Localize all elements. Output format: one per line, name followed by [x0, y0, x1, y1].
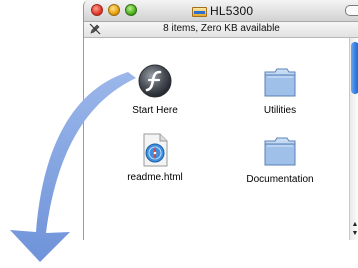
- file-label: readme.html: [127, 172, 183, 183]
- scroll-up-arrow-icon[interactable]: ▲: [351, 220, 358, 229]
- scroll-arrows[interactable]: ▲ ▼: [351, 220, 358, 238]
- vertical-scrollbar[interactable]: ▲ ▼: [349, 38, 358, 240]
- flash-app-icon: [138, 64, 172, 98]
- close-button[interactable]: [91, 4, 103, 16]
- status-bar: 8 items, Zero KB available: [84, 22, 358, 38]
- html-document-icon: [143, 133, 168, 167]
- title-bar[interactable]: HL5300: [84, 0, 358, 22]
- printer-volume-icon: [192, 5, 207, 17]
- folder-icon: [264, 68, 296, 97]
- file-icon-area: Start Here Utilities readme.html Documen…: [84, 38, 358, 240]
- window-title: HL5300: [210, 3, 254, 18]
- scroll-thumb[interactable]: [351, 42, 358, 94]
- file-item-documentation[interactable]: Documentation: [240, 135, 320, 185]
- zoom-button[interactable]: [125, 4, 137, 16]
- file-label: Documentation: [246, 174, 314, 185]
- window-title-group: HL5300: [192, 3, 253, 18]
- finder-window: HL5300 8 items, Zero KB available Start …: [83, 0, 358, 240]
- folder-icon: [264, 137, 296, 166]
- file-label: Start Here: [132, 105, 178, 116]
- minimize-button[interactable]: [108, 4, 120, 16]
- status-text: 8 items, Zero KB available: [163, 23, 280, 34]
- file-label: Utilities: [263, 105, 297, 116]
- file-item-readme[interactable]: readme.html: [115, 133, 195, 183]
- toolbar-toggle-button[interactable]: [345, 5, 358, 16]
- scroll-down-arrow-icon[interactable]: ▼: [351, 229, 358, 238]
- file-item-start-here[interactable]: Start Here: [115, 63, 195, 116]
- file-item-utilities[interactable]: Utilities: [240, 66, 320, 116]
